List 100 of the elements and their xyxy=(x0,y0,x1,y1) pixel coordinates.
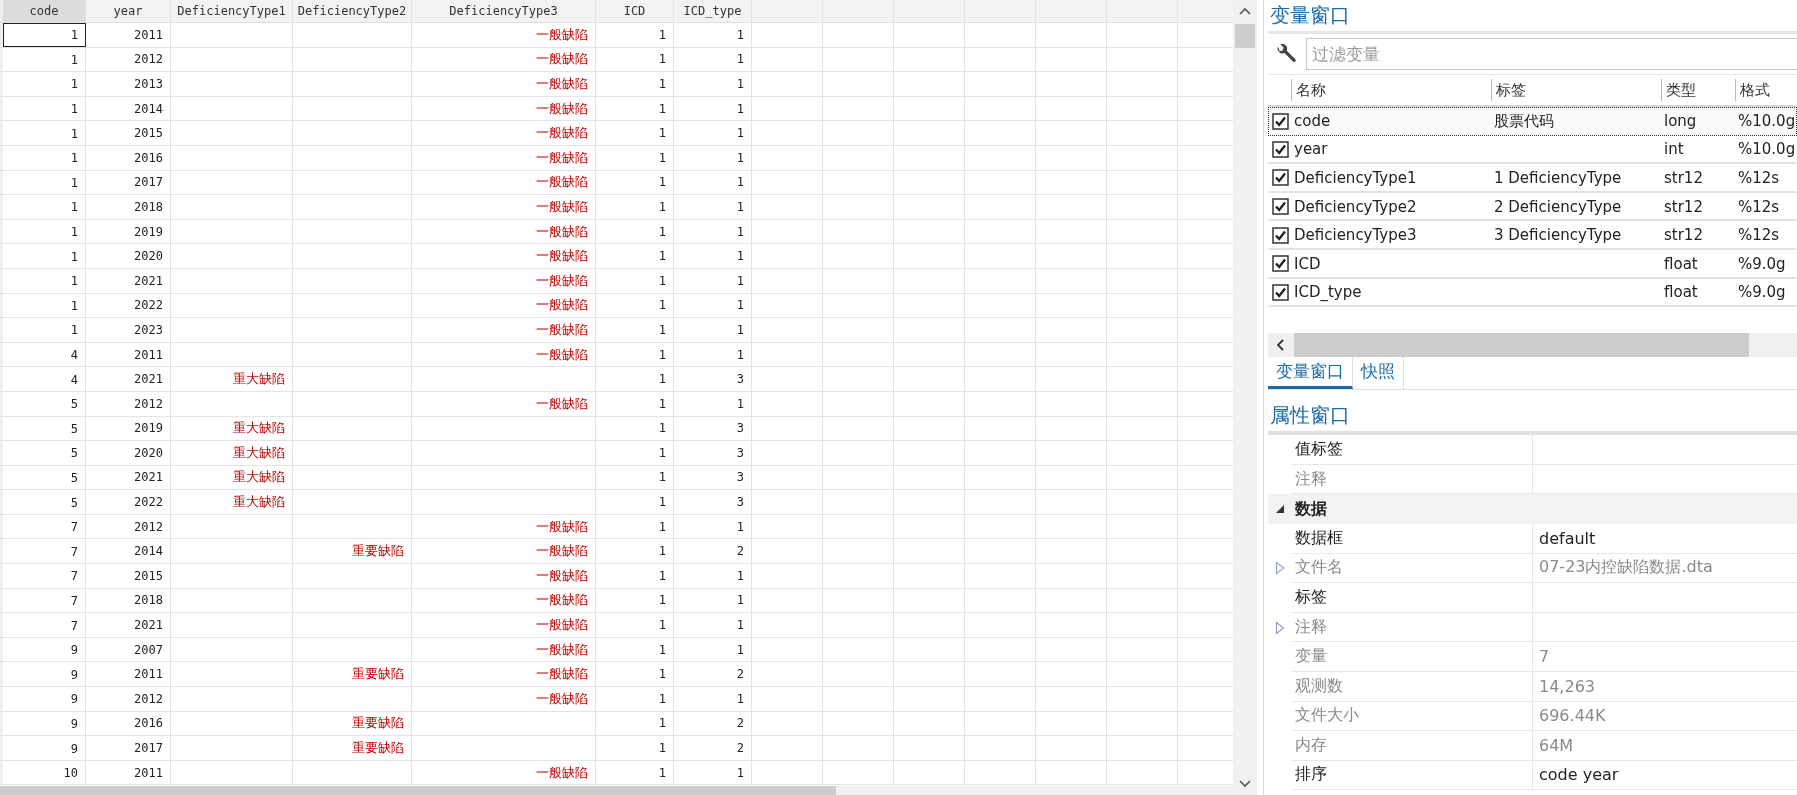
checkbox[interactable] xyxy=(1272,198,1289,216)
table-cell[interactable]: 9 xyxy=(3,736,86,760)
table-cell[interactable]: 9 xyxy=(3,637,86,662)
table-cell[interactable]: 4 xyxy=(3,367,86,391)
horizontal-scrollbar[interactable] xyxy=(0,786,1233,795)
table-cell[interactable]: 1 xyxy=(3,145,86,170)
scrollbar-thumb[interactable] xyxy=(1235,24,1255,48)
panel-tab[interactable]: 快照 xyxy=(1353,357,1404,390)
column-header[interactable]: 类型 xyxy=(1666,81,1696,99)
table-cell: 1 xyxy=(736,27,744,42)
table-cell[interactable]: 9 xyxy=(3,711,86,736)
property-name: 内存 xyxy=(1295,734,1327,756)
table-cell: 1 xyxy=(736,765,744,780)
table-cell[interactable]: 1 xyxy=(3,244,86,268)
table-cell: 2011 xyxy=(134,347,163,362)
variable-row[interactable]: DeficiencyType3 3 DeficiencyType str12 %12s xyxy=(1268,221,1797,250)
property-name: 标签 xyxy=(1295,586,1327,608)
table-cell: 1 xyxy=(658,126,666,141)
checkbox[interactable] xyxy=(1272,140,1289,158)
variable-row[interactable]: DeficiencyType1 1 DeficiencyType str12 %12s xyxy=(1268,164,1797,193)
table-cell: 2013 xyxy=(134,77,163,91)
expander-icon[interactable] xyxy=(1274,504,1285,515)
section-label: 数据 xyxy=(1295,498,1327,520)
column-header[interactable]: ICD_type xyxy=(674,0,752,22)
table-cell: 1 xyxy=(658,150,666,165)
column-header[interactable]: 格式 xyxy=(1740,81,1770,99)
table-cell: 2 xyxy=(736,544,744,559)
table-cell[interactable]: 1 xyxy=(3,268,86,293)
table-cell[interactable]: 7 xyxy=(3,539,86,564)
panel-tab[interactable]: 变量窗口 xyxy=(1268,357,1353,390)
table-cell: 一般缺陷 xyxy=(536,591,588,610)
variable-row[interactable]: DeficiencyType2 2 DeficiencyType str12 %12s xyxy=(1268,192,1797,222)
variable-row[interactable]: ICD float %9.0g xyxy=(1268,249,1797,279)
table-cell[interactable]: 5 xyxy=(3,416,86,441)
checkbox[interactable] xyxy=(1272,112,1289,130)
table-cell[interactable]: 1 xyxy=(3,121,86,145)
filter-field[interactable]: 过滤变量 xyxy=(1306,38,1797,70)
table-cell[interactable]: 7 xyxy=(3,514,86,539)
table-cell: 2014 xyxy=(134,101,163,116)
column-header[interactable]: 标签 xyxy=(1496,81,1526,99)
table-cell[interactable]: 9 xyxy=(3,687,86,711)
table-cell: 一般缺陷 xyxy=(536,222,588,241)
table-cell[interactable]: 4 xyxy=(3,342,86,367)
column-header[interactable]: code xyxy=(3,0,86,22)
table-cell[interactable]: 1 xyxy=(3,72,86,96)
table-cell: 3 xyxy=(736,495,744,510)
vertical-scrollbar[interactable] xyxy=(1233,0,1257,795)
table-cell: 重大缺陷 xyxy=(233,468,285,487)
checkbox[interactable] xyxy=(1272,283,1289,301)
table-cell: 2015 xyxy=(134,568,163,583)
table-cell: 一般缺陷 xyxy=(536,247,588,266)
chevron-down-icon[interactable] xyxy=(1238,779,1252,789)
table-cell: 1 xyxy=(736,396,744,411)
table-cell: 1 xyxy=(658,273,666,288)
column-header[interactable]: DeficiencyType2 xyxy=(293,0,412,22)
table-cell: 一般缺陷 xyxy=(536,689,588,708)
table-cell[interactable]: 10 xyxy=(3,760,86,785)
table-cell[interactable]: 5 xyxy=(3,441,86,465)
column-header[interactable]: year xyxy=(86,0,171,22)
table-cell[interactable]: 5 xyxy=(3,465,86,490)
table-cell: 2014 xyxy=(134,544,163,559)
column-header[interactable]: 名称 xyxy=(1296,81,1326,99)
table-cell: 一般缺陷 xyxy=(536,394,588,413)
table-cell: 2023 xyxy=(134,322,163,337)
chevron-left-icon[interactable] xyxy=(1274,338,1286,353)
table-cell[interactable]: 1 xyxy=(3,219,86,244)
table-cell: 1 xyxy=(736,593,744,608)
checkbox[interactable] xyxy=(1272,226,1289,244)
checkbox[interactable] xyxy=(1272,255,1289,273)
table-cell[interactable]: 1 xyxy=(3,170,86,195)
table-cell[interactable]: 5 xyxy=(3,490,86,514)
variable-row[interactable]: year int %10.0g xyxy=(1268,135,1797,165)
table-cell: 2012 xyxy=(134,396,163,411)
table-cell[interactable]: 1 xyxy=(3,47,86,72)
column-header[interactable]: DeficiencyType3 xyxy=(412,0,596,22)
variable-row[interactable]: code 股票代码 long %10.0g xyxy=(1268,107,1797,136)
column-header[interactable]: ICD xyxy=(596,0,674,22)
property-name: 变量 xyxy=(1295,646,1327,668)
table-cell: 一般缺陷 xyxy=(536,640,588,659)
property-name: 文件名 xyxy=(1295,557,1343,579)
chevron-up-icon[interactable] xyxy=(1238,6,1252,16)
table-cell[interactable]: 1 xyxy=(3,293,86,318)
table-cell[interactable]: 7 xyxy=(3,564,86,588)
column-header[interactable]: DeficiencyType1 xyxy=(171,0,293,22)
table-cell[interactable]: 9 xyxy=(3,662,86,687)
table-cell[interactable]: 1 xyxy=(3,318,86,342)
table-cell: 1 xyxy=(658,765,666,780)
table-cell[interactable]: 1 xyxy=(3,23,86,47)
table-cell: 2 xyxy=(736,741,744,755)
table-cell: 1 xyxy=(658,642,666,657)
horizontal-scrollbar[interactable] xyxy=(1268,333,1797,358)
variable-row[interactable]: ICD_type float %9.0g xyxy=(1268,278,1797,308)
table-cell[interactable]: 7 xyxy=(3,613,86,637)
table-cell[interactable]: 5 xyxy=(3,391,86,416)
table-cell[interactable]: 1 xyxy=(3,195,86,219)
table-cell: 一般缺陷 xyxy=(536,75,588,93)
checkbox[interactable] xyxy=(1272,169,1289,187)
table-cell: 1 xyxy=(736,77,744,91)
table-cell[interactable]: 7 xyxy=(3,588,86,613)
table-cell[interactable]: 1 xyxy=(3,96,86,121)
